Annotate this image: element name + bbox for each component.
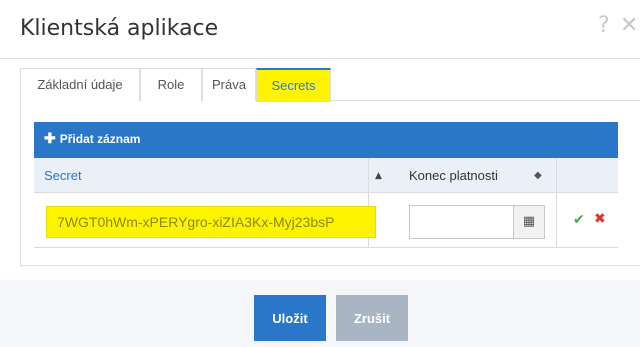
cancel-button[interactable]: Zrušit xyxy=(336,295,408,341)
tab-secrets[interactable]: Secrets xyxy=(256,68,331,102)
column-header-expiry[interactable]: Konec platnosti xyxy=(409,158,498,193)
close-icon[interactable]: ✕ xyxy=(620,13,638,38)
grid-header: Secret ▲ Konec platnosti ◆ xyxy=(34,158,618,193)
dialog-title: Klientská aplikace xyxy=(20,16,219,41)
tab-roles[interactable]: Role xyxy=(140,68,202,101)
dialog-header: Klientská aplikace ? ✕ xyxy=(0,0,640,60)
tab-basic-info[interactable]: Základní údaje xyxy=(20,68,140,101)
calendar-icon[interactable]: ▦ xyxy=(513,205,545,239)
client-app-dialog: Klientská aplikace ? ✕ Základní údaje Ro… xyxy=(0,0,640,347)
expiry-date-input[interactable] xyxy=(409,205,513,239)
column-header-secret[interactable]: Secret xyxy=(44,158,82,193)
grid-toolbar: ✚ Přidat záznam xyxy=(34,122,618,158)
add-record-button[interactable]: ✚ Přidat záznam xyxy=(44,130,140,147)
sort-both-icon[interactable]: ◆ xyxy=(534,158,542,193)
column-divider xyxy=(556,158,557,248)
save-button[interactable]: Uložit xyxy=(254,295,326,341)
add-record-label: Přidat záznam xyxy=(59,132,141,146)
secret-value-field[interactable]: 7WGT0hWm-xPERYgro-xiZIA3Kx-Myj23bsP xyxy=(46,206,376,238)
tab-permissions[interactable]: Práva xyxy=(202,68,256,101)
delete-icon[interactable]: ✖ xyxy=(594,211,606,227)
sort-asc-icon[interactable]: ▲ xyxy=(375,158,382,195)
plus-icon: ✚ xyxy=(44,130,56,146)
help-icon[interactable]: ? xyxy=(598,13,610,38)
checkmark-icon[interactable]: ✔ xyxy=(573,212,585,228)
